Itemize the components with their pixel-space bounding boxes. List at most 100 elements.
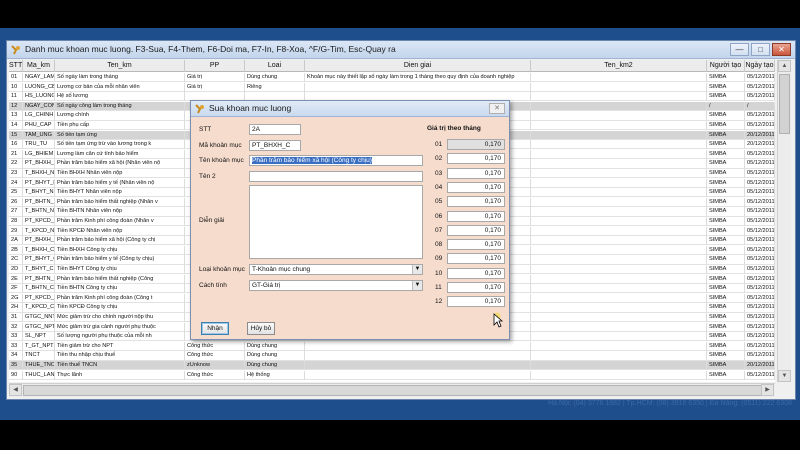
horizontal-scrollbar[interactable]: ◀ ▶ xyxy=(9,383,775,397)
table-cell-nguoi[interactable]: SIMBA xyxy=(707,130,745,140)
table-cell-dg[interactable] xyxy=(305,341,531,351)
table-cell-ten[interactable]: Hệ số lương xyxy=(55,92,185,102)
table-cell-stt[interactable]: 23 xyxy=(9,169,23,178)
table-cell-ten2[interactable] xyxy=(531,188,707,198)
table-cell-nguoi[interactable]: SIMBA xyxy=(707,82,745,92)
column-header[interactable]: Người tạo xyxy=(707,60,745,72)
table-cell-ngay[interactable]: 20/12/2011 xyxy=(745,140,775,150)
table-cell-ngay[interactable]: / xyxy=(745,101,775,111)
table-cell-nguoi[interactable]: SIMBA xyxy=(707,361,745,370)
table-cell-ma[interactable]: GTGC_NPT xyxy=(23,322,55,332)
table-cell-nguoi[interactable]: SIMBA xyxy=(707,313,745,322)
table-cell-nguoi[interactable]: SIMBA xyxy=(707,149,745,159)
minimize-button[interactable]: — xyxy=(730,43,749,56)
table-cell-nguoi[interactable]: SIMBA xyxy=(707,92,745,102)
table-cell-ma[interactable]: TNCT xyxy=(23,351,55,361)
table-cell-ten[interactable]: Tiền giảm trừ cho NPT xyxy=(55,341,185,351)
table-cell-ma[interactable]: T_BHYT_C xyxy=(23,265,55,274)
table-cell-ma[interactable]: T_BHTN_C xyxy=(23,284,55,294)
table-cell-ten[interactable]: Số ngày công làm trong tháng xyxy=(55,101,185,111)
table-cell-dg[interactable] xyxy=(305,351,531,361)
table-cell-ngay[interactable]: 05/12/2011 xyxy=(745,245,775,255)
table-cell-ma[interactable]: PT_BHXH_C xyxy=(23,236,55,246)
table-cell-loai[interactable]: Dùng chung xyxy=(245,73,305,82)
table-cell-ten2[interactable] xyxy=(531,217,707,226)
table-cell-ten[interactable]: Phần trăm bảo hiểm thất nghiệp (Công xyxy=(55,274,185,284)
table-cell-ten2[interactable] xyxy=(531,274,707,284)
table-cell-ngay[interactable]: 05/12/2011 xyxy=(745,197,775,207)
table-cell-loai[interactable]: Hệ thống xyxy=(245,370,305,380)
table-row[interactable]: 10 LUONG_CB Lương cơ bản của mỗi nhân viên… xyxy=(9,82,775,92)
ma-field[interactable]: PT_BHXH_C xyxy=(249,140,301,151)
stt-field[interactable]: 2A xyxy=(249,124,301,135)
table-cell-ngay[interactable]: 05/12/2011 xyxy=(745,293,775,303)
ten2-field[interactable] xyxy=(249,171,423,182)
table-cell-stt[interactable]: 01 xyxy=(9,73,23,82)
month-value-field[interactable]: 0,170 xyxy=(447,153,505,165)
column-header[interactable]: Ten_km2 xyxy=(531,60,707,72)
table-cell-ngay[interactable]: 05/12/2011 xyxy=(745,169,775,178)
table-cell-ngay[interactable]: 05/12/2011 xyxy=(745,236,775,246)
table-cell-dg[interactable]: Khoản mục này thiết lập số ngày làm tron… xyxy=(305,73,531,82)
table-cell-ngay[interactable]: 05/12/2011 xyxy=(745,322,775,332)
table-cell-stt[interactable]: 22 xyxy=(9,159,23,169)
table-cell-stt[interactable]: 10 xyxy=(9,82,23,92)
table-cell-ma[interactable]: PT_BHTN_N xyxy=(23,197,55,207)
table-cell-ma[interactable]: HS_LUONG xyxy=(23,92,55,102)
table-cell-ngay[interactable]: 05/12/2011 xyxy=(745,284,775,294)
table-cell-nguoi[interactable]: SIMBA xyxy=(707,207,745,217)
column-header[interactable]: Ten_km xyxy=(55,60,185,72)
table-cell-ten2[interactable] xyxy=(531,92,707,102)
table-cell-nguoi[interactable]: SIMBA xyxy=(707,322,745,332)
table-cell-ma[interactable]: T_BHTN_N xyxy=(23,207,55,217)
table-cell-ma[interactable]: T_KPCD_N xyxy=(23,226,55,236)
table-cell-ten[interactable]: Tiền KPCĐ Nhân viên nộp xyxy=(55,226,185,236)
table-cell-nguoi[interactable]: SIMBA xyxy=(707,217,745,226)
vertical-scrollbar[interactable]: ▲ ▼ xyxy=(777,60,791,382)
column-header[interactable]: Ngày tạo xyxy=(745,60,775,72)
table-cell-nguoi[interactable]: SIMBA xyxy=(707,121,745,130)
ok-button[interactable]: Nhận xyxy=(201,322,229,335)
table-cell-ngay[interactable]: 20/12/2011 xyxy=(745,130,775,140)
table-cell-ngay[interactable]: 05/12/2011 xyxy=(745,341,775,351)
table-cell-nguoi[interactable]: SIMBA xyxy=(707,274,745,284)
table-cell-ma[interactable]: LUONG_CB xyxy=(23,82,55,92)
table-cell-ngay[interactable]: 05/12/2011 xyxy=(745,265,775,274)
table-row[interactable]: 01 NGAY_LAM Số ngày làm trong tháng Giá trị… xyxy=(9,73,775,83)
table-cell-stt[interactable]: 24 xyxy=(9,178,23,188)
dien-giai-textarea[interactable] xyxy=(249,185,423,259)
table-cell-ten2[interactable] xyxy=(531,341,707,351)
table-cell-ma[interactable]: LG_CHINH xyxy=(23,111,55,121)
table-cell-nguoi[interactable]: SIMBA xyxy=(707,265,745,274)
table-cell-stt[interactable]: 2D xyxy=(9,265,23,274)
cach-tinh-select[interactable]: GT-Giá trị ▼ xyxy=(249,280,423,291)
table-cell-pp[interactable]: Giá trị xyxy=(185,73,245,82)
table-cell-ten2[interactable] xyxy=(531,322,707,332)
table-cell-stt[interactable]: 2B xyxy=(9,245,23,255)
scroll-up-arrow-icon[interactable]: ▲ xyxy=(778,60,791,72)
table-cell-ten[interactable]: Tiền BHXH Công ty chịu xyxy=(55,245,185,255)
table-cell-ten[interactable]: Tiền thu nhập chịu thuế xyxy=(55,351,185,361)
table-cell-ma[interactable]: TRU_TU xyxy=(23,140,55,150)
table-cell-nguoi[interactable]: SIMBA xyxy=(707,159,745,169)
table-cell-ma[interactable]: THUE_TNCN xyxy=(23,361,55,370)
table-cell-ngay[interactable]: 05/12/2011 xyxy=(745,178,775,188)
table-cell-stt[interactable]: 29 xyxy=(9,226,23,236)
table-cell-ten[interactable]: Số tiền tạm ứng trừ vào lương trong k xyxy=(55,140,185,150)
table-cell-loai[interactable]: Riêng xyxy=(245,82,305,92)
table-cell-ten2[interactable] xyxy=(531,159,707,169)
table-cell-nguoi[interactable]: SIMBA xyxy=(707,111,745,121)
table-cell-stt[interactable]: 11 xyxy=(9,92,23,102)
table-cell-ngay[interactable]: 05/12/2011 xyxy=(745,370,775,380)
month-value-field[interactable]: 0,170 xyxy=(447,239,505,251)
column-header[interactable]: STT xyxy=(9,60,23,72)
table-cell-ten[interactable]: Phần trăm bảo hiểm xã hội (Công ty chị xyxy=(55,236,185,246)
table-cell-stt[interactable]: 16 xyxy=(9,140,23,150)
table-cell-ten2[interactable] xyxy=(531,245,707,255)
table-cell-ma[interactable]: T_BHXH_C xyxy=(23,245,55,255)
table-cell-stt[interactable]: 12 xyxy=(9,101,23,111)
table-cell-loai[interactable]: Dùng chung xyxy=(245,351,305,361)
table-cell-stt[interactable]: 2A xyxy=(9,236,23,246)
table-cell-ma[interactable]: PT_KPCD_N xyxy=(23,217,55,226)
table-cell-pp[interactable]: Giá trị xyxy=(185,82,245,92)
